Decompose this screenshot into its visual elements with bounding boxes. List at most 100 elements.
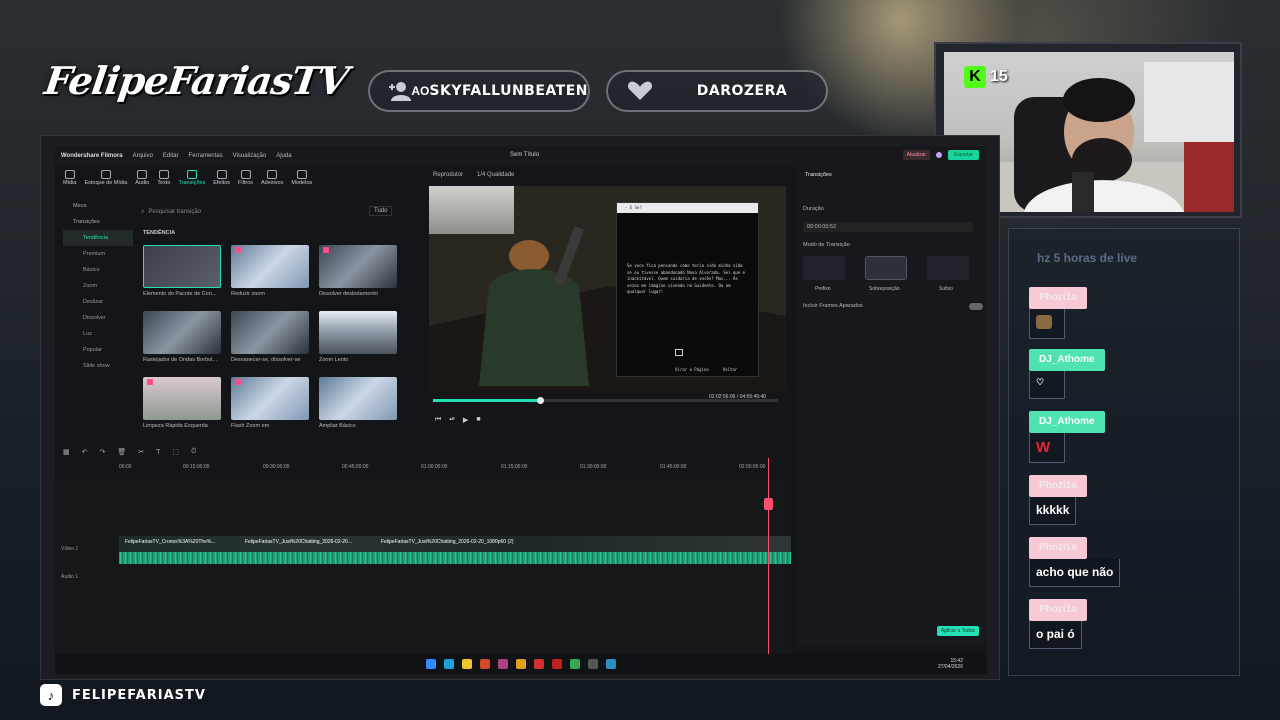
music-icon — [137, 170, 148, 179]
menu-arquivo[interactable]: Arquivo — [133, 153, 153, 159]
nav-deslizar[interactable]: Deslizar — [63, 294, 133, 310]
include-frames-toggle[interactable] — [969, 303, 983, 310]
ruler-tick: 00:15:00:00 — [183, 464, 210, 470]
layout-icon[interactable]: ▦ — [63, 448, 70, 456]
app-icon[interactable] — [516, 659, 526, 669]
audio-waveform[interactable] — [119, 552, 791, 564]
nav-luz[interactable]: Luz — [63, 326, 133, 342]
crop-icon[interactable]: ⬚ — [172, 448, 179, 456]
filmora-window: Wondershare Filmora Arquivo Editar Ferra… — [40, 135, 1000, 680]
cut-icon[interactable]: ✂ — [138, 448, 144, 456]
folder-icon[interactable] — [462, 659, 472, 669]
menu-ajuda[interactable]: Ajuda — [276, 153, 291, 159]
transition-tile[interactable]: Ampliar Básico — [319, 377, 399, 435]
transition-tile[interactable]: Zoom Lento — [319, 311, 399, 369]
dialog-option-next[interactable]: Virar a Página — [675, 367, 709, 372]
tile-label: Reduzir zoom — [231, 291, 265, 297]
tool-estoque[interactable]: Estoque de Mídia — [84, 170, 127, 186]
app-icon[interactable] — [588, 659, 598, 669]
timeline-ruler[interactable]: 00:00 00:15:00:00 00:30:00:00 00:45:00:0… — [119, 464, 789, 476]
windows-start-icon[interactable] — [426, 659, 436, 669]
tool-texto[interactable]: Texto — [157, 170, 171, 186]
app-icon[interactable] — [606, 659, 616, 669]
preview-webcam — [429, 186, 514, 234]
transition-tile[interactable]: Flash Zoom em — [231, 377, 311, 435]
text-tool-icon[interactable]: T — [156, 449, 160, 456]
menu-ferramentas[interactable]: Ferramentas — [189, 153, 223, 159]
include-frames-label: Incluir Frames Aparados — [803, 303, 863, 309]
speed-icon[interactable]: ⏱ — [191, 448, 196, 456]
duration-label: Duração — [803, 206, 824, 212]
tool-filtros[interactable]: Filtros — [238, 170, 253, 186]
nav-meus[interactable]: Meus — [63, 198, 133, 214]
undo-icon[interactable]: ↶ — [82, 448, 88, 456]
tool-label: Transições — [178, 180, 206, 186]
menu-visualizacao[interactable]: Visualização — [233, 153, 267, 159]
playhead-handle[interactable] — [764, 498, 773, 510]
nav-tendencia[interactable]: Tendência — [63, 230, 133, 246]
duration-field[interactable]: 00:00:00:52 — [803, 222, 973, 232]
avatar[interactable] — [936, 152, 943, 158]
step-icon[interactable]: ⏯ — [449, 416, 455, 424]
app-icon[interactable] — [480, 659, 490, 669]
tool-audio[interactable]: Áudio — [135, 170, 149, 186]
tool-modelos[interactable]: Modelos — [291, 170, 312, 186]
dialog-option-back[interactable]: Voltar — [723, 367, 737, 372]
redo-icon[interactable]: ↷ — [100, 448, 106, 456]
transition-tile[interactable]: Reduzir zoom — [231, 245, 311, 303]
menu-editar[interactable]: Editar — [163, 153, 179, 159]
mode-overlap-button[interactable] — [865, 256, 907, 280]
filter-dropdown[interactable]: Tudo — [369, 206, 393, 216]
tool-midia[interactable]: Mídia — [63, 170, 76, 186]
system-clock: 15:42 27/04/2026 — [938, 658, 963, 670]
transition-tile[interactable]: Elemento do Pacote de Con... — [143, 245, 223, 303]
tile-label: Flash Zoom em — [231, 423, 270, 429]
app-icon[interactable] — [552, 659, 562, 669]
play-icon[interactable]: ▶ — [463, 416, 468, 424]
timeline-tracks[interactable] — [55, 478, 790, 663]
nav-basico[interactable]: Básico — [63, 262, 133, 278]
transition-tile[interactable]: Desvanecer-se, dissolver-se — [231, 311, 311, 369]
nav-transicoes[interactable]: Transições — [63, 214, 133, 230]
quality-dropdown[interactable]: 1/4 Qualidade — [477, 172, 514, 178]
export-button[interactable]: Exportar — [948, 150, 979, 160]
playhead[interactable] — [768, 458, 769, 658]
nav-popular[interactable]: Popular — [63, 342, 133, 358]
tile-label: Rastejador de Ondas Borbol... — [143, 357, 217, 363]
app-icon[interactable] — [498, 659, 508, 669]
stop-icon[interactable]: ■ — [476, 416, 480, 424]
tool-transicoes[interactable]: Transições — [178, 170, 206, 186]
properties-panel: Transições Duração 00:00:00:52 Modo de T… — [797, 166, 987, 646]
mode-suffix-button[interactable] — [927, 256, 969, 280]
nav-premium[interactable]: Premium — [63, 246, 133, 262]
preview-screen[interactable]: - E Se? Se voce fica pensando como teria… — [429, 186, 786, 391]
scrubber-handle[interactable] — [537, 397, 544, 404]
transition-tile[interactable]: Rastejador de Ondas Borbol... — [143, 311, 223, 369]
app-icon[interactable] — [534, 659, 544, 669]
tool-label: Áudio — [135, 180, 150, 186]
delete-icon[interactable]: 🗑 — [117, 448, 126, 456]
apply-all-button[interactable]: Aplicar a Todos — [936, 626, 979, 636]
tab-transicoes[interactable]: Transições — [805, 172, 832, 178]
transition-tile[interactable]: Dissolver desbotamento — [319, 245, 399, 303]
chat-username: Phozi1a — [1029, 599, 1087, 621]
tool-efeitos[interactable]: Efeitos — [213, 170, 230, 186]
nav-slideshow[interactable]: Slide show — [63, 358, 133, 374]
prev-frame-icon[interactable]: ⏮ — [435, 416, 441, 424]
tool-label: Adesivos — [261, 180, 284, 186]
mode-prefix-button[interactable] — [803, 256, 845, 280]
nav-dissolver[interactable]: Dissolver — [63, 310, 133, 326]
latest-follow-pill: DAROZERA — [606, 70, 828, 112]
nav-zoom[interactable]: Zoom — [63, 278, 133, 294]
tool-adesivos[interactable]: Adesivos — [261, 170, 283, 186]
update-button[interactable]: Atualizar — [902, 150, 931, 160]
sticker-icon — [267, 170, 278, 179]
edge-icon[interactable] — [444, 659, 454, 669]
chrome-icon[interactable] — [570, 659, 580, 669]
transition-search[interactable]: ⌕ Pesquisar transição — [141, 206, 401, 218]
transition-tile[interactable]: Limpeza Rápida Esquerda — [143, 377, 223, 435]
search-input[interactable]: Pesquisar transição — [148, 209, 201, 215]
chat-text — [1029, 309, 1065, 339]
tool-label: Mídia — [63, 180, 77, 186]
tile-label: Elemento do Pacote de Con... — [143, 291, 217, 297]
